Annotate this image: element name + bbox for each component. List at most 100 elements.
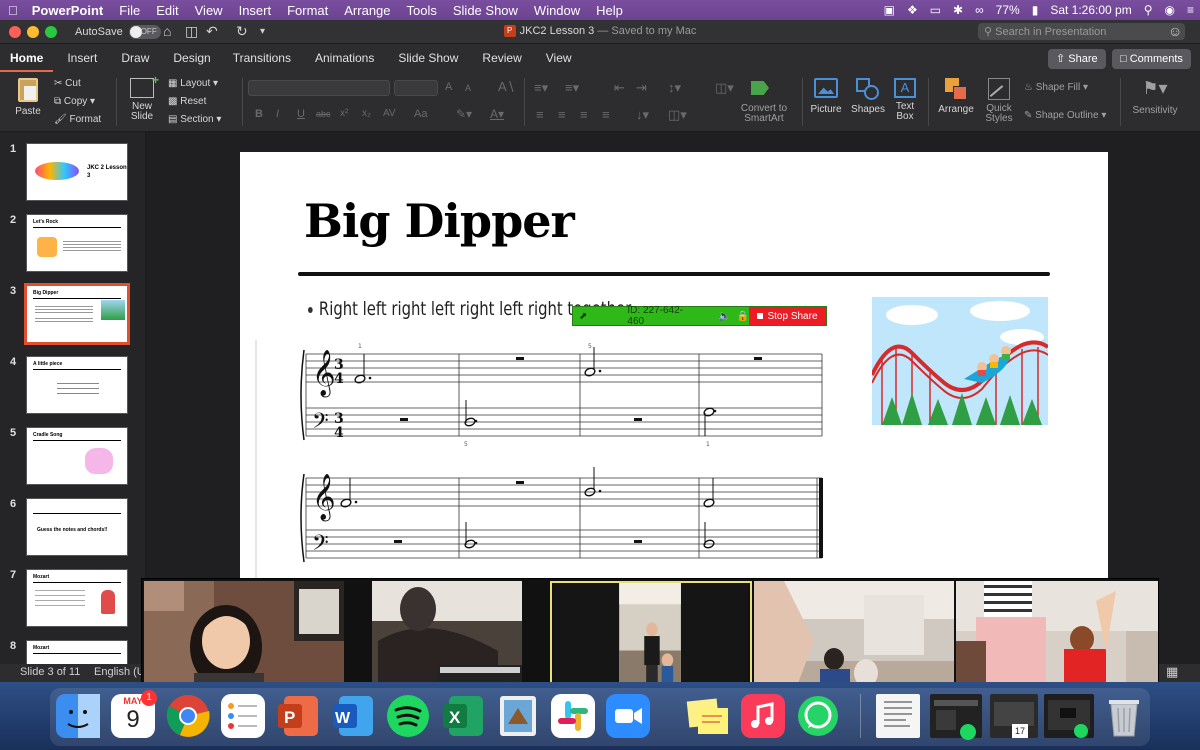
airplay-icon[interactable]: ▭	[930, 3, 941, 17]
thumbnail-slide-2[interactable]: Let's Rock	[26, 214, 128, 272]
bullets-icon[interactable]: ≡▾	[534, 80, 548, 96]
thumbnail-slide-8[interactable]: Mozart	[26, 640, 128, 664]
bluetooth-icon[interactable]: ✱	[953, 3, 963, 17]
dock-slack-icon[interactable]	[551, 694, 595, 738]
dock-window-thumbnail-2[interactable]: 17	[990, 694, 1038, 738]
tab-insert[interactable]: Insert	[53, 44, 107, 72]
zoom-status-icon[interactable]: ▣	[884, 3, 895, 17]
insert-shapes-button[interactable]: Shapes	[848, 78, 888, 115]
tab-transitions[interactable]: Transitions	[221, 44, 301, 72]
tab-slide-show[interactable]: Slide Show	[384, 44, 468, 72]
text-direction-icon[interactable]: ↓▾	[636, 107, 649, 123]
participant-video-4[interactable]	[754, 581, 954, 694]
save-icon[interactable]: ◫	[185, 23, 198, 40]
shape-outline-button[interactable]: ✎ Shape Outline ▾	[1024, 110, 1106, 121]
tab-review[interactable]: Review	[468, 44, 531, 72]
align-center-icon[interactable]: ≡	[558, 107, 566, 122]
siri-icon[interactable]: ◉	[1165, 3, 1175, 17]
menu-view[interactable]: View	[187, 3, 231, 18]
thumbnail-slide-4[interactable]: A little piece	[26, 356, 128, 414]
menu-file[interactable]: File	[111, 3, 148, 18]
shape-fill-button[interactable]: ♨ Shape Fill ▾	[1024, 82, 1088, 93]
numbering-icon[interactable]: ≡▾	[565, 80, 579, 96]
participant-video-5[interactable]	[956, 581, 1158, 694]
dock-window-thumbnail-3[interactable]	[1044, 694, 1094, 738]
dropbox-icon[interactable]: ❖	[907, 3, 918, 17]
close-window-button[interactable]	[9, 26, 21, 38]
spotlight-icon[interactable]: ⚲	[1144, 3, 1153, 17]
zoom-share-toolbar[interactable]: ⬈ ID: 227-642-460 🔈 🔒 Stop Share	[572, 305, 827, 327]
home-icon[interactable]: ⌂	[163, 23, 171, 39]
convert-to-smartart-button[interactable]: Convert to SmartArt	[736, 78, 792, 124]
justify-icon[interactable]: ≡	[602, 107, 610, 122]
lock-icon[interactable]: 🔒	[737, 311, 749, 322]
font-color-icon[interactable]: A▾	[490, 107, 504, 121]
align-text-icon[interactable]: ◫▾	[668, 107, 687, 123]
insert-text-box-button[interactable]: A Text Box	[890, 78, 920, 122]
thumbnail-slide-6[interactable]: Guess the notes and chords!!	[26, 498, 128, 556]
dock-music-icon[interactable]	[741, 694, 785, 738]
align-left-icon[interactable]: ≡	[536, 107, 544, 122]
decrease-indent-icon[interactable]: ⇤	[614, 80, 625, 96]
minimize-window-button[interactable]	[27, 26, 39, 38]
copy-button[interactable]: ⧉ Copy ▾	[54, 96, 95, 107]
smiley-feedback-icon[interactable]: ☺	[1168, 23, 1182, 39]
roller-coaster-image[interactable]	[872, 297, 1048, 425]
menu-window[interactable]: Window	[526, 3, 588, 18]
stop-share-button[interactable]: Stop Share	[749, 307, 826, 325]
layout-button[interactable]: ▦ Layout ▾	[168, 78, 218, 89]
customize-toolbar-icon[interactable]: ▾	[260, 26, 265, 37]
line-spacing-icon[interactable]: ↕▾	[668, 80, 681, 96]
reset-button[interactable]: ▩ Reset	[168, 96, 206, 107]
underline-button[interactable]: U	[297, 108, 305, 120]
character-spacing-button[interactable]: AV	[383, 108, 396, 119]
dock-word-icon[interactable]: W	[331, 694, 375, 738]
arrange-button[interactable]: Arrange	[936, 78, 976, 115]
italic-button[interactable]: I	[276, 108, 279, 120]
participant-video-active[interactable]	[550, 581, 752, 694]
dock-excel-icon[interactable]: X	[441, 694, 485, 738]
cut-button[interactable]: ✂ Cut	[54, 78, 81, 89]
menu-edit[interactable]: Edit	[148, 3, 186, 18]
tab-design[interactable]: Design	[159, 44, 220, 72]
decrease-font-size-button[interactable]: A	[465, 83, 471, 93]
audio-icon[interactable]: 🔈	[718, 311, 730, 322]
menu-help[interactable]: Help	[588, 3, 631, 18]
participant-video-teacher[interactable]	[144, 581, 344, 694]
change-case-button[interactable]: Aa	[414, 108, 427, 120]
dock-trash-icon[interactable]	[1102, 694, 1146, 738]
thumbnail-slide-3[interactable]: Big Dipper	[24, 283, 130, 345]
dock-preview-icon[interactable]	[496, 694, 540, 738]
menu-app-name[interactable]: PowerPoint	[26, 3, 112, 18]
share-info[interactable]: ⬈ ID: 227-642-460 🔈 🔒	[573, 305, 749, 327]
dock-powerpoint-icon[interactable]: P	[276, 694, 320, 738]
clear-formatting-icon[interactable]: A∖	[498, 79, 515, 95]
quick-styles-button[interactable]: Quick Styles	[982, 78, 1016, 124]
menu-slide-show[interactable]: Slide Show	[445, 3, 526, 18]
dock-whatsapp-icon[interactable]	[796, 694, 840, 738]
highlight-color-icon[interactable]: ✎▾	[456, 107, 472, 121]
strikethrough-button[interactable]: abc	[316, 109, 331, 119]
sheet-music[interactable]: 𝄞 𝄢 𝄞 𝄢 34 34 1 5 5 1	[254, 340, 844, 580]
menu-tools[interactable]: Tools	[399, 3, 445, 18]
sensitivity-button[interactable]: ⚑▾ Sensitivity	[1128, 78, 1182, 116]
wifi-icon[interactable]: ∞	[975, 3, 984, 17]
bold-button[interactable]: B	[255, 108, 263, 120]
align-right-icon[interactable]: ≡	[580, 107, 588, 122]
tab-home[interactable]: Home	[0, 44, 54, 72]
dock-stickies-icon[interactable]	[686, 694, 730, 738]
thumbnail-slide-5[interactable]: Cradle Song	[26, 427, 128, 485]
menu-format[interactable]: Format	[279, 3, 336, 18]
menu-insert[interactable]: Insert	[231, 3, 280, 18]
dock-finder-icon[interactable]	[56, 694, 100, 738]
dock-reminders-icon[interactable]	[221, 694, 265, 738]
paste-button[interactable]: Paste	[8, 78, 48, 117]
section-button[interactable]: ▤ Section ▾	[168, 114, 221, 125]
dock-calendar-icon[interactable]: MAY 9 1	[111, 690, 157, 738]
tab-animations[interactable]: Animations	[301, 44, 384, 72]
search-input[interactable]: ⚲ Search in Presentation	[978, 23, 1185, 40]
battery-percent[interactable]: 77%	[996, 3, 1020, 17]
format-painter-button[interactable]: 🖌 Format	[54, 114, 101, 125]
slide-title[interactable]: Big Dipper	[304, 194, 575, 248]
new-slide-button[interactable]: + New Slide	[124, 73, 160, 122]
